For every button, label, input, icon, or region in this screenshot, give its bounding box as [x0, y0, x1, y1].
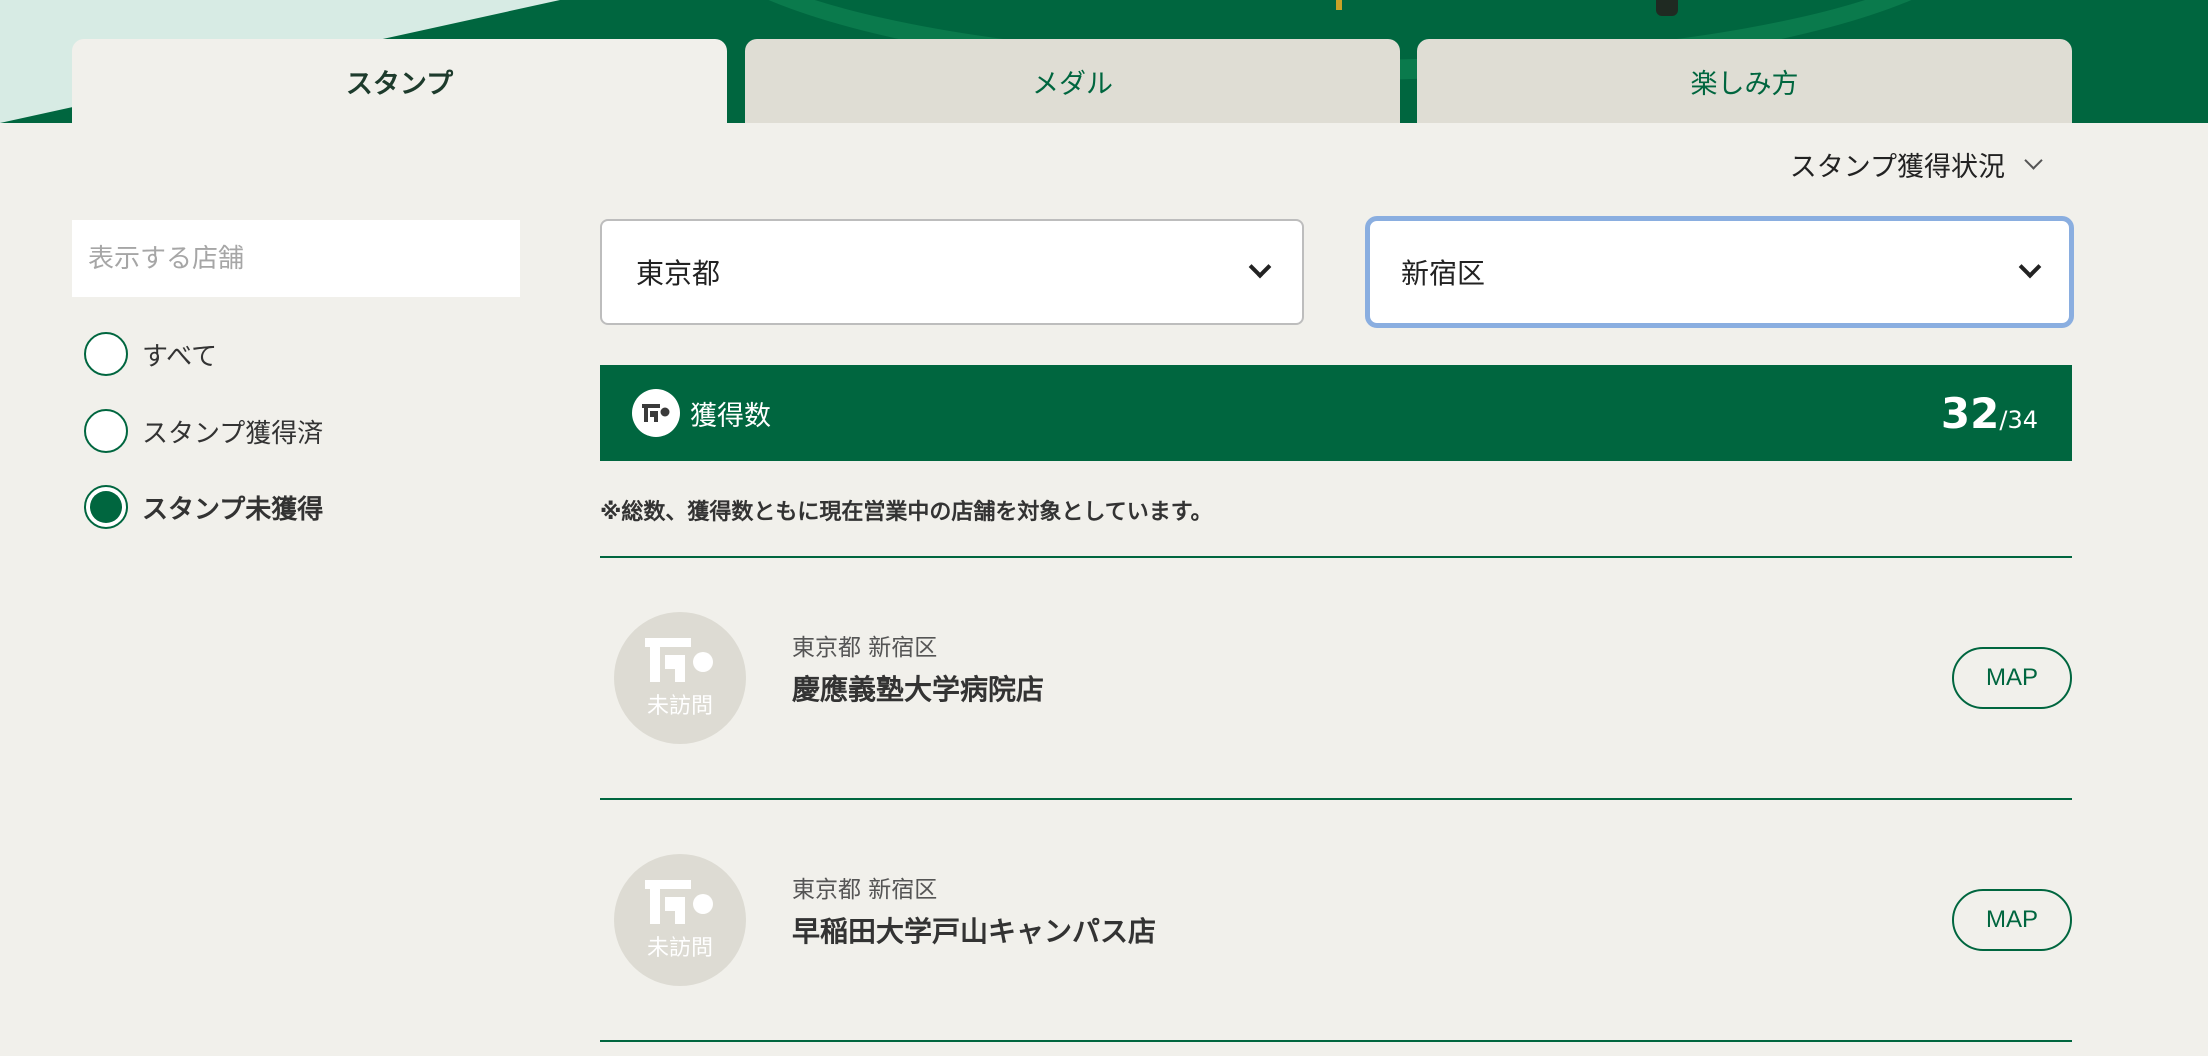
radio-button[interactable]: [84, 409, 128, 453]
unvisited-label: 未訪問: [646, 694, 713, 719]
prefecture-select[interactable]: 東京都: [600, 219, 1304, 325]
store-list-item: 未訪問 東京都 新宿区 慶應義塾大学病院店 MAP: [600, 558, 2072, 798]
tab-stamp[interactable]: スタンプ: [72, 39, 727, 123]
stamp-status-dropdown[interactable]: スタンプ獲得状況: [1789, 144, 2043, 184]
chevron-down-icon: [1248, 255, 1272, 279]
radio-button[interactable]: [84, 332, 128, 376]
map-button[interactable]: MAP: [1952, 889, 2072, 951]
tab-medal[interactable]: メダル: [745, 39, 1400, 123]
prefecture-select-value: 東京都: [636, 257, 721, 290]
stamp-total: /34: [1999, 405, 2038, 434]
filter-all-label: すべて: [142, 341, 218, 372]
store-list-item: 未訪問 東京都 新宿区 早稲田大学戸山キャンパス店 MAP: [600, 800, 2072, 1040]
banner-illustration: [1656, 0, 1678, 16]
list-divider: [600, 1040, 2072, 1042]
store-search-input[interactable]: [72, 220, 520, 297]
filter-all-radio[interactable]: すべて: [84, 331, 217, 377]
filter-not-obtained-radio[interactable]: スタンプ未獲得: [84, 484, 323, 530]
store-area: 東京都 新宿区: [792, 635, 938, 661]
filter-not-obtained-label: スタンプ未獲得: [142, 494, 324, 525]
filter-obtained-label: スタンプ獲得済: [142, 418, 324, 449]
unvisited-stamp-icon: 未訪問: [614, 612, 746, 744]
city-select-value: 新宿区: [1401, 257, 1486, 290]
chevron-down-icon: [2018, 255, 2042, 279]
chevron-down-icon: [2024, 150, 2043, 170]
count-label: 獲得数: [690, 400, 771, 432]
stamp-status-label: スタンプ獲得状況: [1789, 151, 2005, 183]
stamp-count-bar: 獲得数 32 /34: [600, 365, 2072, 461]
unvisited-stamp-icon: 未訪問: [614, 854, 746, 986]
tab-how-to-enjoy[interactable]: 楽しみ方: [1417, 39, 2072, 123]
radio-button-checked[interactable]: [84, 485, 128, 529]
store-area: 東京都 新宿区: [792, 877, 938, 903]
banner-illustration: [1336, 0, 1342, 10]
filter-obtained-radio[interactable]: スタンプ獲得済: [84, 408, 323, 454]
unvisited-label: 未訪問: [646, 936, 713, 961]
store-name: 慶應義塾大学病院店: [792, 673, 1045, 706]
count-note: ※総数、獲得数ともに現在営業中の店舗を対象としています。: [600, 500, 1213, 525]
tab-bar: スタンプ メダル 楽しみ方: [72, 39, 2072, 123]
city-select[interactable]: 新宿区: [1365, 216, 2074, 328]
shop-icon: [632, 389, 680, 437]
map-button[interactable]: MAP: [1952, 647, 2072, 709]
store-name: 早稲田大学戸山キャンパス店: [792, 915, 1157, 948]
stamp-count: 32: [1940, 388, 2000, 438]
